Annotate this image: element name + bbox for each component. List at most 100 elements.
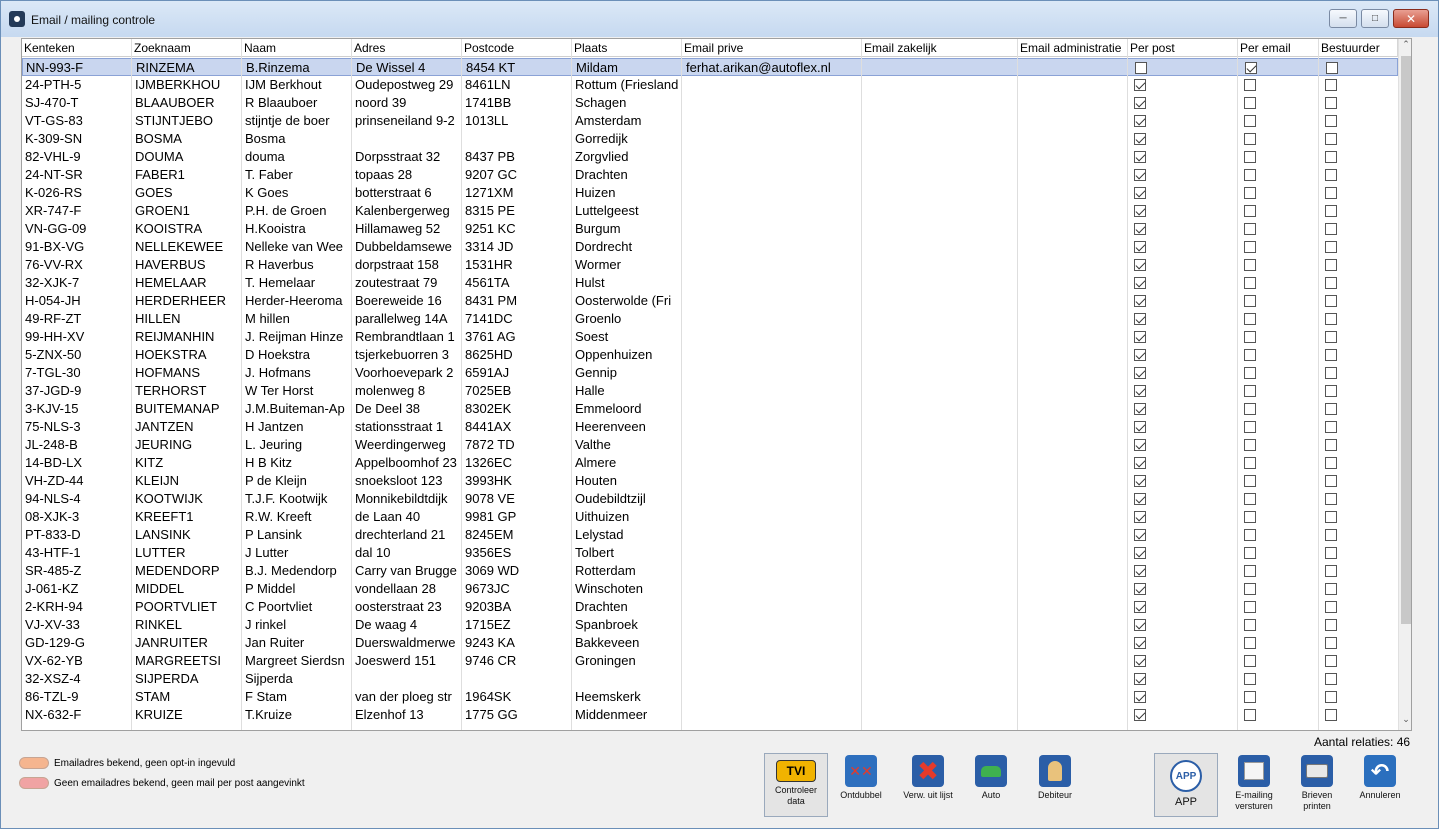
per-post-checkbox[interactable] [1134, 583, 1146, 595]
bestuurder-checkbox[interactable] [1325, 673, 1337, 685]
bestuurder-checkbox[interactable] [1325, 493, 1337, 505]
bestuurder-checkbox[interactable] [1325, 223, 1337, 235]
column-header[interactable]: Adres [352, 39, 462, 57]
column-header[interactable]: Bestuurder [1319, 39, 1398, 57]
per-post-checkbox[interactable] [1134, 529, 1146, 541]
bestuurder-checkbox[interactable] [1325, 97, 1337, 109]
table-row[interactable]: 3-KJV-15 BUITEMANAP J.M.Buiteman-Ap De Deel… [22, 400, 1398, 418]
e-mailing-button[interactable]: E-mailing versturen [1227, 755, 1281, 812]
per-post-checkbox[interactable] [1134, 169, 1146, 181]
bestuurder-checkbox[interactable] [1325, 187, 1337, 199]
per-post-checkbox[interactable] [1134, 601, 1146, 613]
per-email-checkbox[interactable] [1244, 295, 1256, 307]
per-post-checkbox[interactable] [1134, 655, 1146, 667]
bestuurder-checkbox[interactable] [1325, 241, 1337, 253]
bestuurder-checkbox[interactable] [1325, 475, 1337, 487]
close-button[interactable]: ✕ [1393, 9, 1429, 28]
per-email-checkbox[interactable] [1244, 421, 1256, 433]
bestuurder-checkbox[interactable] [1325, 295, 1337, 307]
per-email-checkbox[interactable] [1244, 583, 1256, 595]
per-post-checkbox[interactable] [1134, 457, 1146, 469]
per-post-checkbox[interactable] [1134, 277, 1146, 289]
per-email-checkbox[interactable] [1244, 97, 1256, 109]
table-row[interactable]: SJ-470-T BLAAUBOER R Blaauboer noord 39 1741… [22, 94, 1398, 112]
auto-button[interactable]: Auto [964, 755, 1018, 801]
per-email-checkbox[interactable] [1244, 529, 1256, 541]
per-email-checkbox[interactable] [1244, 457, 1256, 469]
scroll-down-icon[interactable]: ⌄ [1399, 714, 1411, 730]
brieven-printen-button[interactable]: Brieven printen [1290, 755, 1344, 812]
bestuurder-checkbox[interactable] [1325, 637, 1337, 649]
per-email-checkbox[interactable] [1244, 385, 1256, 397]
per-email-checkbox[interactable] [1244, 313, 1256, 325]
bestuurder-checkbox[interactable] [1325, 421, 1337, 433]
bestuurder-checkbox[interactable] [1325, 169, 1337, 181]
table-row[interactable]: 43-HTF-1 LUTTER J Lutter dal 10 9356ES Tolber… [22, 544, 1398, 562]
bestuurder-checkbox[interactable] [1325, 259, 1337, 271]
per-email-checkbox[interactable] [1244, 511, 1256, 523]
annuleren-button[interactable]: ↶ Annuleren [1353, 755, 1407, 801]
table-row[interactable]: SR-485-Z MEDENDORP B.J. Medendorp Carry van… [22, 562, 1398, 580]
table-row[interactable]: GD-129-G JANRUITER Jan Ruiter Duerswaldmerw… [22, 634, 1398, 652]
column-header[interactable]: Per email [1238, 39, 1319, 57]
per-post-checkbox[interactable] [1134, 223, 1146, 235]
table-row[interactable]: VN-GG-09 KOOISTRA H.Kooistra Hillamaweg 52 9… [22, 220, 1398, 238]
table-row[interactable]: JL-248-B JEURING L. Jeuring Weerdingerweg 78… [22, 436, 1398, 454]
table-row[interactable]: 08-XJK-3 KREEFT1 R.W. Kreeft de Laan 40 9981… [22, 508, 1398, 526]
per-email-checkbox[interactable] [1244, 475, 1256, 487]
bestuurder-checkbox[interactable] [1325, 655, 1337, 667]
table-row[interactable]: 2-KRH-94 POORTVLIET C Poortvliet oosterstra… [22, 598, 1398, 616]
ontdubbel-button[interactable]: ✕✕ Ontdubbel [834, 755, 888, 801]
column-header[interactable]: Kenteken [22, 39, 132, 57]
table-row[interactable]: 86-TZL-9 STAM F Stam van der ploeg str 1964S… [22, 688, 1398, 706]
per-email-checkbox[interactable] [1244, 565, 1256, 577]
scroll-thumb[interactable] [1401, 56, 1411, 624]
bestuurder-checkbox[interactable] [1325, 709, 1337, 721]
table-row[interactable]: 76-VV-RX HAVERBUS R Haverbus dorpstraat 158… [22, 256, 1398, 274]
per-post-checkbox[interactable] [1134, 421, 1146, 433]
bestuurder-checkbox[interactable] [1325, 691, 1337, 703]
table-row[interactable]: 32-XJK-7 HEMELAAR T. Hemelaar zoutestraat 7… [22, 274, 1398, 292]
per-post-checkbox[interactable] [1134, 79, 1146, 91]
table-row[interactable]: 37-JGD-9 TERHORST W Ter Horst molenweg 8 702… [22, 382, 1398, 400]
per-post-checkbox[interactable] [1134, 385, 1146, 397]
bestuurder-checkbox[interactable] [1325, 529, 1337, 541]
column-header[interactable]: Naam [242, 39, 352, 57]
per-email-checkbox[interactable] [1244, 403, 1256, 415]
per-email-checkbox[interactable] [1244, 115, 1256, 127]
table-row[interactable]: VJ-XV-33 RINKEL J rinkel De waag 4 1715EZ Spa… [22, 616, 1398, 634]
bestuurder-checkbox[interactable] [1325, 151, 1337, 163]
bestuurder-checkbox[interactable] [1325, 547, 1337, 559]
per-post-checkbox[interactable] [1134, 259, 1146, 271]
bestuurder-checkbox[interactable] [1325, 367, 1337, 379]
per-post-checkbox[interactable] [1134, 331, 1146, 343]
bestuurder-checkbox[interactable] [1325, 403, 1337, 415]
table-row[interactable]: J-061-KZ MIDDEL P Middel vondellaan 28 9673J… [22, 580, 1398, 598]
column-header[interactable]: Postcode [462, 39, 572, 57]
table-row[interactable]: VX-62-YB MARGREETSI Margreet Sierdsn Joeswe… [22, 652, 1398, 670]
per-email-checkbox[interactable] [1244, 133, 1256, 145]
bestuurder-checkbox[interactable] [1325, 619, 1337, 631]
table-row[interactable]: NX-632-F KRUIZE T.Kruize Elzenhof 13 1775 GG… [22, 706, 1398, 724]
per-email-checkbox[interactable] [1244, 349, 1256, 361]
per-email-checkbox[interactable] [1244, 79, 1256, 91]
per-post-checkbox[interactable] [1134, 205, 1146, 217]
bestuurder-checkbox[interactable] [1325, 115, 1337, 127]
per-email-checkbox[interactable] [1244, 439, 1256, 451]
table-row[interactable]: K-309-SN BOSMA Bosma Gorredijk [22, 130, 1398, 148]
per-post-checkbox[interactable] [1134, 565, 1146, 577]
table-row[interactable]: VT-GS-83 STIJNTJEBO stijntje de boer prinse… [22, 112, 1398, 130]
per-email-checkbox[interactable] [1244, 187, 1256, 199]
per-post-checkbox[interactable] [1134, 673, 1146, 685]
bestuurder-checkbox[interactable] [1325, 385, 1337, 397]
per-post-checkbox[interactable] [1134, 475, 1146, 487]
per-post-checkbox[interactable] [1134, 295, 1146, 307]
table-row[interactable]: 24-PTH-5 IJMBERKHOU IJM Berkhout Oudepostwe… [22, 76, 1398, 94]
per-email-checkbox[interactable] [1244, 331, 1256, 343]
scroll-up-icon[interactable]: ⌃ [1399, 39, 1411, 55]
controleer-data-button[interactable]: TVI Controleer data [764, 753, 828, 817]
per-email-checkbox[interactable] [1244, 601, 1256, 613]
table-row[interactable]: 7-TGL-30 HOFMANS J. Hofmans Voorhoevepark 2… [22, 364, 1398, 382]
column-header[interactable]: Per post [1128, 39, 1238, 57]
table-row[interactable]: XR-747-F GROEN1 P.H. de Groen Kalenbergerwe… [22, 202, 1398, 220]
